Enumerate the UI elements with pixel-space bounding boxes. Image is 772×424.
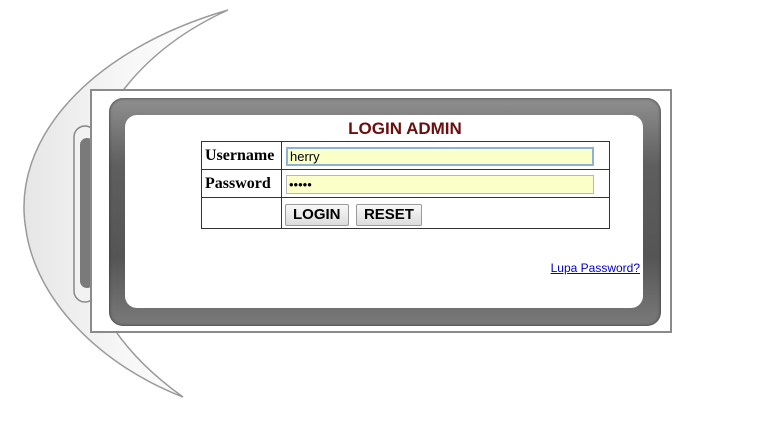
forgot-password-link[interactable]: Lupa Password? xyxy=(551,261,640,275)
login-button[interactable]: LOGIN xyxy=(285,203,349,226)
password-input[interactable] xyxy=(286,174,594,194)
page-title: LOGIN ADMIN xyxy=(348,119,462,138)
password-label: Password xyxy=(201,169,282,198)
username-input[interactable] xyxy=(286,146,594,166)
username-label: Username xyxy=(201,141,282,170)
login-form-table: Username Password LOGIN RESET xyxy=(201,141,610,229)
reset-button[interactable]: RESET xyxy=(355,203,422,226)
login-panel: LOGIN ADMIN Username Password LOGIN RESE… xyxy=(125,115,643,308)
